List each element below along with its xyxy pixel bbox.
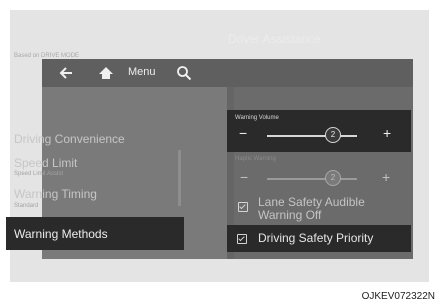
- sidebar-item-driving-convenience[interactable]: Driving Convenience: [14, 132, 125, 146]
- sidebar-group-label: Based on DRIVE MODE: [14, 53, 80, 59]
- haptic-slider-track[interactable]: [267, 178, 357, 180]
- driving-safety-priority-option[interactable]: Driving Safety Priority: [227, 225, 411, 252]
- lane-safety-option-line2[interactable]: Warning Off: [258, 209, 321, 221]
- sidebar-item-warning-methods[interactable]: Warning Methods: [6, 217, 184, 250]
- haptic-decrease-button[interactable]: −: [240, 170, 248, 184]
- sidebar-item-warning-timing[interactable]: Warning Timing: [14, 187, 97, 201]
- haptic-warning-label: Haptic Warning: [235, 156, 276, 162]
- home-icon[interactable]: [98, 65, 114, 81]
- volume-decrease-button[interactable]: −: [239, 126, 247, 140]
- volume-slider-knob[interactable]: 2: [325, 127, 341, 143]
- lane-safety-option-line1[interactable]: Lane Safety Audible: [258, 196, 365, 208]
- sidebar-item-speed-limit[interactable]: Speed Limit: [14, 156, 77, 170]
- search-icon[interactable]: [176, 65, 192, 81]
- sidebar-item-label: Warning Methods: [14, 227, 108, 241]
- driving-safety-option-label[interactable]: Driving Safety Priority: [258, 232, 373, 244]
- sidebar-item-speed-limit-sub: Speed Limit Assist: [14, 171, 64, 177]
- volume-increase-button[interactable]: +: [383, 126, 391, 140]
- driving-safety-checkbox[interactable]: [237, 234, 247, 244]
- sidebar-scrollbar[interactable]: [178, 150, 181, 206]
- warning-volume-label: Warning Volume: [235, 115, 279, 121]
- figure-caption: OJKEV072322N: [361, 291, 435, 302]
- top-bar: Menu: [42, 59, 413, 87]
- sidebar-item-warning-timing-sub: Standard: [14, 203, 39, 209]
- menu-button[interactable]: Menu: [128, 66, 156, 78]
- volume-slider-track[interactable]: [267, 135, 357, 137]
- haptic-increase-button[interactable]: +: [382, 170, 390, 184]
- warning-volume-row: Warning Volume − 2 +: [227, 110, 411, 152]
- back-arrow-icon[interactable]: [58, 65, 74, 81]
- lane-safety-checkbox[interactable]: [238, 202, 248, 212]
- page-title: Driver Assistance: [228, 32, 321, 46]
- haptic-slider-knob[interactable]: 2: [325, 170, 341, 186]
